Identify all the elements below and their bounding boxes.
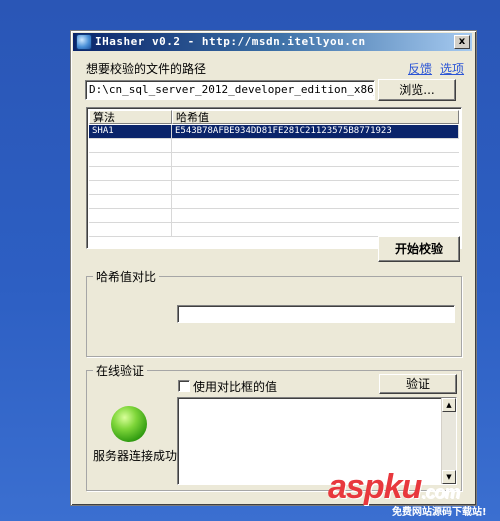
cell-hash: E543B78AFBE934DD81FE281C21123575B8771923 <box>172 125 459 138</box>
close-button[interactable]: x <box>454 35 470 49</box>
empty-cell <box>89 153 172 166</box>
title-bar[interactable]: IHasher v0.2 - http://msdn.itellyou.cn x <box>73 33 472 51</box>
server-status-indicator-icon <box>111 406 147 442</box>
watermark-tagline: 免费网站源码下载站! <box>392 507 487 518</box>
window-title: IHasher v0.2 - http://msdn.itellyou.cn <box>95 35 366 48</box>
online-verify-legend: 在线验证 <box>93 362 148 379</box>
watermark-brand: aspku <box>328 468 422 506</box>
site-watermark: aspku.com <box>328 468 460 507</box>
empty-cell <box>89 139 172 152</box>
empty-cell <box>89 223 172 236</box>
scroll-up-arrow-icon[interactable]: ▲ <box>442 398 456 412</box>
table-row-empty <box>89 209 459 223</box>
use-compare-label: 使用对比框的值 <box>193 380 278 394</box>
hash-results-table[interactable]: 算法 哈希值 SHA1 E543B78AFBE934DD81FE281C2112… <box>86 107 462 249</box>
table-row-empty <box>89 195 459 209</box>
feedback-link[interactable]: 反馈 <box>408 60 432 77</box>
ihasher-window: IHasher v0.2 - http://msdn.itellyou.cn x… <box>70 30 477 506</box>
column-header-algorithm[interactable]: 算法 <box>89 110 172 124</box>
table-row-empty <box>89 223 459 237</box>
watermark-domain: .com <box>421 482 460 502</box>
file-path-input[interactable]: D:\cn_sql_server_2012_developer_edition_… <box>85 80 375 100</box>
empty-cell <box>89 181 172 194</box>
column-header-hash[interactable]: 哈希值 <box>172 110 459 124</box>
file-path-label: 想要校验的文件的路径 <box>86 62 207 76</box>
table-row-empty <box>89 167 459 181</box>
table-row-empty <box>89 139 459 153</box>
empty-cell <box>89 209 172 222</box>
table-row[interactable]: SHA1 E543B78AFBE934DD81FE281C21123575B87… <box>89 125 459 139</box>
hash-compare-group: 哈希值对比 <box>86 268 462 357</box>
hash-compare-input[interactable] <box>177 305 455 323</box>
cell-algorithm: SHA1 <box>89 125 172 138</box>
empty-cell <box>89 167 172 180</box>
browse-button[interactable]: 浏览... <box>378 79 456 101</box>
app-icon <box>76 34 92 50</box>
hash-compare-legend: 哈希值对比 <box>93 268 160 285</box>
table-row-empty <box>89 181 459 195</box>
table-row-empty <box>89 153 459 167</box>
table-header: 算法 哈希值 <box>89 110 461 124</box>
use-compare-checkbox[interactable] <box>178 380 190 392</box>
verify-button[interactable]: 验证 <box>379 374 457 394</box>
start-verify-button[interactable]: 开始校验 <box>378 236 460 262</box>
options-link[interactable]: 选项 <box>440 60 464 77</box>
empty-cell <box>89 195 172 208</box>
server-status-text: 服务器连接成功 <box>93 449 178 463</box>
